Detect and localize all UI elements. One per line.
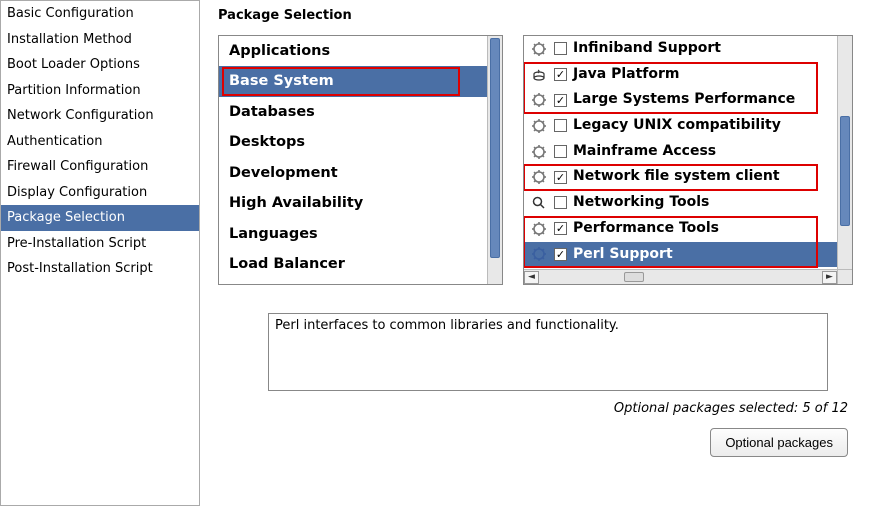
sidebar: Basic ConfigurationInstallation MethodBo… bbox=[0, 0, 200, 506]
category-item[interactable]: Applications bbox=[219, 36, 487, 66]
package-checkbox[interactable] bbox=[554, 196, 567, 209]
java-icon bbox=[530, 66, 548, 84]
category-item[interactable]: Base System bbox=[219, 66, 487, 96]
gear-blue-icon bbox=[530, 245, 548, 263]
status-text: Optional packages selected: 5 of 12 bbox=[218, 401, 878, 416]
content-area: Package Selection ApplicationsBase Syste… bbox=[200, 0, 892, 506]
scroll-right-button[interactable]: ► bbox=[822, 271, 837, 284]
sidebar-item[interactable]: Network Configuration bbox=[1, 103, 199, 129]
scroll-corner bbox=[837, 269, 852, 284]
sidebar-item[interactable]: Firewall Configuration bbox=[1, 154, 199, 180]
sidebar-item[interactable]: Partition Information bbox=[1, 78, 199, 104]
description-row: Perl interfaces to common libraries and … bbox=[218, 313, 878, 391]
sidebar-item[interactable]: Basic Configuration bbox=[1, 1, 199, 27]
gear-icon bbox=[531, 92, 547, 108]
search-icon bbox=[531, 195, 547, 211]
package-label: Large Systems Performance bbox=[573, 89, 831, 111]
package-checkbox[interactable] bbox=[554, 68, 567, 81]
package-label: Legacy UNIX compatibility bbox=[573, 115, 831, 137]
package-item[interactable]: Networking Tools bbox=[524, 190, 837, 216]
package-checkbox[interactable] bbox=[554, 248, 567, 261]
package-checkbox[interactable] bbox=[554, 119, 567, 132]
package-label: Network file system client bbox=[573, 166, 831, 188]
package-item[interactable]: Network file system client bbox=[524, 164, 837, 190]
package-item[interactable]: Perl Support bbox=[524, 242, 837, 268]
package-label: Mainframe Access bbox=[573, 141, 831, 163]
package-item[interactable]: Mainframe Access bbox=[524, 139, 837, 165]
gear-icon bbox=[531, 169, 547, 185]
package-item[interactable]: Large Systems Performance bbox=[524, 87, 837, 113]
category-item[interactable]: Desktops bbox=[219, 127, 487, 157]
package-item[interactable]: Performance Tools bbox=[524, 216, 837, 242]
gear-icon bbox=[530, 168, 548, 186]
package-list[interactable]: Infiniband Support Java Platform Large Sys… bbox=[524, 36, 852, 284]
category-item[interactable]: High Availability bbox=[219, 188, 487, 218]
sidebar-item[interactable]: Boot Loader Options bbox=[1, 52, 199, 78]
category-item[interactable]: Databases bbox=[219, 97, 487, 127]
sidebar-item[interactable]: Pre-Installation Script bbox=[1, 231, 199, 257]
package-item[interactable]: Java Platform bbox=[524, 62, 837, 88]
category-item[interactable]: Resilient Storage bbox=[219, 280, 487, 284]
category-list[interactable]: ApplicationsBase SystemDatabasesDesktops… bbox=[219, 36, 502, 284]
sidebar-item[interactable]: Package Selection bbox=[1, 205, 199, 231]
lists-row: ApplicationsBase SystemDatabasesDesktops… bbox=[218, 35, 878, 285]
gear-icon bbox=[531, 41, 547, 57]
sidebar-item[interactable]: Post-Installation Script bbox=[1, 256, 199, 282]
gear-icon bbox=[531, 221, 547, 237]
package-checkbox[interactable] bbox=[554, 42, 567, 55]
gear-icon bbox=[531, 144, 547, 160]
gear-icon bbox=[530, 40, 548, 58]
scroll-thumb[interactable] bbox=[840, 116, 850, 226]
optional-packages-button[interactable]: Optional packages bbox=[710, 428, 848, 457]
gear-icon bbox=[530, 220, 548, 238]
package-checkbox[interactable] bbox=[554, 222, 567, 235]
scroll-thumb[interactable] bbox=[624, 272, 644, 282]
search-icon bbox=[530, 194, 548, 212]
scroll-track[interactable] bbox=[539, 270, 822, 284]
gear-icon bbox=[530, 91, 548, 109]
gear-icon bbox=[531, 118, 547, 134]
button-row: Optional packages bbox=[218, 428, 878, 457]
sidebar-item[interactable]: Display Configuration bbox=[1, 180, 199, 206]
category-list-box: ApplicationsBase SystemDatabasesDesktops… bbox=[218, 35, 503, 285]
package-label: Performance Tools bbox=[573, 218, 831, 240]
main-layout: Basic ConfigurationInstallation MethodBo… bbox=[0, 0, 892, 506]
scroll-left-button[interactable]: ◄ bbox=[524, 271, 539, 284]
package-label: Perl Support bbox=[573, 244, 831, 266]
package-scrollbar-h[interactable]: ◄ ► bbox=[524, 269, 837, 284]
category-item[interactable]: Load Balancer bbox=[219, 249, 487, 279]
category-scrollbar[interactable] bbox=[487, 36, 502, 284]
package-item[interactable]: Infiniband Support bbox=[524, 36, 837, 62]
gear-icon bbox=[531, 246, 547, 262]
sidebar-item[interactable]: Authentication bbox=[1, 129, 199, 155]
java-icon bbox=[531, 67, 547, 83]
package-label: Networking Tools bbox=[573, 192, 831, 214]
package-scrollbar-v[interactable] bbox=[837, 36, 852, 269]
page-title: Package Selection bbox=[218, 8, 878, 23]
description-box: Perl interfaces to common libraries and … bbox=[268, 313, 828, 391]
scroll-thumb[interactable] bbox=[490, 38, 500, 258]
sidebar-item[interactable]: Installation Method bbox=[1, 27, 199, 53]
package-label: Java Platform bbox=[573, 64, 831, 86]
category-item[interactable]: Development bbox=[219, 158, 487, 188]
package-label: Infiniband Support bbox=[573, 38, 831, 60]
gear-icon bbox=[530, 117, 548, 135]
package-list-box: Infiniband Support Java Platform Large Sys… bbox=[523, 35, 853, 285]
package-item[interactable]: Legacy UNIX compatibility bbox=[524, 113, 837, 139]
category-item[interactable]: Languages bbox=[219, 219, 487, 249]
package-checkbox[interactable] bbox=[554, 94, 567, 107]
package-checkbox[interactable] bbox=[554, 171, 567, 184]
gear-icon bbox=[530, 143, 548, 161]
package-checkbox[interactable] bbox=[554, 145, 567, 158]
